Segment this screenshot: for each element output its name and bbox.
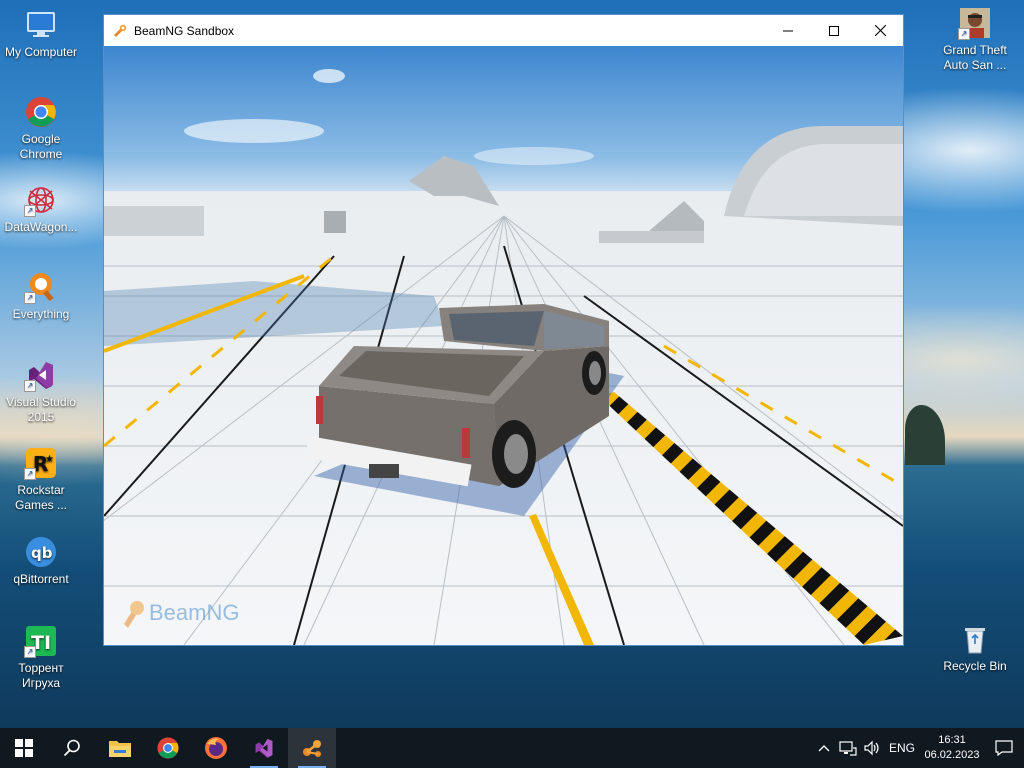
desktop-icon-label: Google Chrome <box>19 132 63 161</box>
volume-icon <box>864 740 879 756</box>
volume-button[interactable] <box>860 728 884 768</box>
minimize-button[interactable] <box>765 15 811 46</box>
svg-text:qb: qb <box>31 544 53 562</box>
torrent-igruha-icon: TI ↗ <box>24 624 58 658</box>
network-button[interactable] <box>836 728 860 768</box>
visual-studio-icon: ↗ <box>24 358 58 392</box>
file-explorer-icon <box>109 741 131 757</box>
taskbar-firefox[interactable] <box>192 728 240 768</box>
shortcut-arrow-icon: ↗ <box>24 292 36 304</box>
desktop-icon-visual-studio[interactable]: ↗ Visual Studio 2015 <box>0 358 82 425</box>
computer-icon <box>24 8 58 42</box>
qbittorrent-icon: qb <box>24 535 58 569</box>
chrome-icon <box>24 95 58 129</box>
minimize-icon <box>783 30 793 31</box>
show-hidden-icons-button[interactable] <box>812 728 836 768</box>
shortcut-arrow-icon: ↗ <box>24 646 36 658</box>
desktop-icon-label: qBittorrent <box>13 572 69 586</box>
taskbar-visual-studio[interactable] <box>240 728 288 768</box>
taskbar: ENG 16:31 06.02.2023 <box>0 728 1024 768</box>
watermark-text: BeamNG <box>149 600 239 625</box>
desktop-icon-recycle-bin[interactable]: Recycle Bin <box>934 622 1016 674</box>
beamng-app-icon <box>112 23 128 39</box>
desktop-icon-qbittorrent[interactable]: qb qBittorrent <box>0 535 82 587</box>
desktop-icon-my-computer[interactable]: My Computer <box>0 8 82 60</box>
desktop-icon-label: Everything <box>12 307 70 321</box>
firefox-icon <box>205 737 227 759</box>
desktop-icon-everything[interactable]: ↗ Everything <box>0 270 82 322</box>
maximize-button[interactable] <box>811 15 857 46</box>
chrome-icon <box>157 737 179 759</box>
datawagon-icon: ↗ <box>24 183 58 217</box>
shortcut-arrow-icon: ↗ <box>24 468 36 480</box>
taskbar-chrome[interactable] <box>144 728 192 768</box>
start-button[interactable] <box>0 728 48 768</box>
desktop-icon-rockstar-games[interactable]: R ★ ↗ Rockstar Games ... <box>0 446 82 513</box>
language-indicator[interactable]: ENG <box>884 728 920 768</box>
window-titlebar[interactable]: BeamNG Sandbox <box>104 15 903 46</box>
everything-icon: ↗ <box>24 270 58 304</box>
shortcut-arrow-icon: ↗ <box>24 205 36 217</box>
desktop-icon-label: Rockstar Games ... <box>14 483 67 512</box>
search-icon <box>63 739 80 757</box>
chevron-up-icon <box>818 745 830 752</box>
desktop: My Computer Google Chrome ↗ DataWagon...… <box>0 0 1024 728</box>
taskbar-file-explorer[interactable] <box>96 728 144 768</box>
window-title: BeamNG Sandbox <box>134 23 235 38</box>
system-tray: ENG 16:31 06.02.2023 <box>812 728 1024 768</box>
desktop-icon-label: Visual Studio 2015 <box>6 395 76 424</box>
clock-time: 16:31 <box>938 734 966 746</box>
start-icon <box>15 739 33 757</box>
desktop-icon-label: Торрент Игруха <box>18 661 64 690</box>
recycle-bin-icon <box>958 622 992 656</box>
notification-icon <box>995 740 1013 756</box>
game-viewport[interactable]: BeamNG <box>104 46 903 645</box>
game-scene: BeamNG <box>104 46 903 645</box>
notifications-button[interactable] <box>984 728 1024 768</box>
maximize-icon <box>829 25 839 36</box>
gta-icon: ↗ <box>958 6 992 40</box>
network-icon <box>839 741 857 756</box>
search-button[interactable] <box>48 728 96 768</box>
desktop-icon-torrent-igruha[interactable]: TI ↗ Торрент Игруха <box>0 624 82 691</box>
clock-date: 06.02.2023 <box>924 749 980 761</box>
shortcut-arrow-icon: ↗ <box>24 380 36 392</box>
desktop-icon-label: Recycle Bin <box>943 659 1007 673</box>
desktop-icon-datawagon[interactable]: ↗ DataWagon... <box>0 183 82 235</box>
close-button[interactable] <box>857 15 903 46</box>
desktop-icon-gta-san-andreas[interactable]: ↗ Grand Theft Auto San ... <box>934 6 1016 73</box>
svg-text:★: ★ <box>45 454 54 465</box>
desktop-icon-label: DataWagon... <box>4 220 78 234</box>
desktop-icon-label: My Computer <box>4 45 78 59</box>
taskbar-beamng[interactable] <box>288 728 336 768</box>
desktop-icon-label: Grand Theft Auto San ... <box>943 43 1007 72</box>
close-icon <box>874 25 886 36</box>
visual-studio-icon <box>255 738 273 758</box>
beamng-window[interactable]: BeamNG Sandbox BeamNG <box>103 14 904 646</box>
shortcut-arrow-icon: ↗ <box>958 28 970 40</box>
clock[interactable]: 16:31 06.02.2023 <box>920 733 984 763</box>
beamng-icon <box>303 740 321 757</box>
island-silhouette <box>905 405 945 465</box>
desktop-icon-google-chrome[interactable]: Google Chrome <box>0 95 82 162</box>
rockstar-icon: R ★ ↗ <box>24 446 58 480</box>
